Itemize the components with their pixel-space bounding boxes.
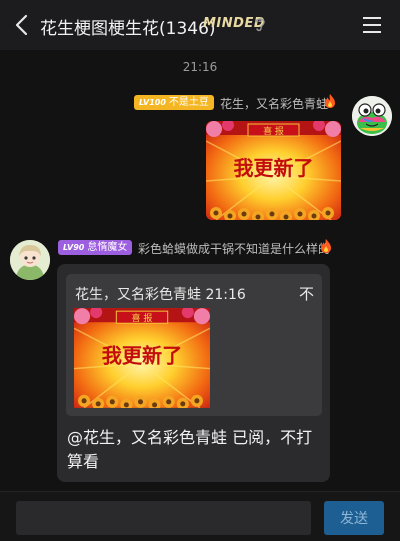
image-message[interactable]: 喜 报 我更新了 [206,121,341,220]
avatar[interactable] [352,96,392,136]
poster-banner: 喜 报 [132,312,153,324]
quoted-image[interactable]: 喜 报 我更新了 [74,308,210,408]
sender-name: 彩色蛤蟆做成干锅不知道是什么样的 [138,242,331,256]
chat-title: 花生梗图梗生花(1346) [40,19,216,39]
message-bubble[interactable]: 花生，又名彩色青蛙 21:16 不 喜 报 我更新了 @花生，又名彩色青蛙 已阅… [57,264,330,482]
level-title: 不是土豆 [168,97,209,108]
quote-header: 花生，又名彩色青蛙 21:16 [75,287,246,303]
quote-close-icon[interactable]: 不 [299,283,314,304]
level-badge: LV90 怠惰魔女 [58,240,133,255]
avatar[interactable] [10,240,50,280]
timestamp: 21:16 [182,60,218,74]
sender-name: 花生，又名彩色青蛙 [220,97,329,111]
poster-headline: 我更新了 [234,156,314,180]
level-label: LV100 [139,98,166,107]
news-poster-image: 喜 报 我更新了 [206,121,341,220]
news-poster-image: 喜 报 我更新了 [74,308,210,408]
level-label: LV90 [63,243,85,252]
fire-icon [321,239,331,253]
level-title: 怠惰魔女 [87,242,128,253]
poster-headline: 我更新了 [102,344,183,368]
chat-header: 花生梗图梗生花(1346) MINDED [0,0,400,50]
fire-icon [325,94,335,108]
chevron-left-icon[interactable] [8,10,34,40]
reply-text: @花生，又名彩色青蛙 已阅，不打算看 [67,428,313,471]
ear-icon [255,18,265,32]
message-input[interactable] [16,501,311,535]
frog-avatar-icon [352,96,392,136]
anime-avatar-icon [10,240,50,280]
poster-banner: 喜 报 [263,125,284,137]
send-button[interactable]: 发送 [324,501,384,535]
menu-icon[interactable] [360,14,384,36]
level-badge: LV100 不是土豆 [134,95,214,110]
quoted-message[interactable]: 花生，又名彩色青蛙 21:16 不 喜 报 我更新了 [66,274,322,416]
composer-bar: 发送 [0,491,400,541]
